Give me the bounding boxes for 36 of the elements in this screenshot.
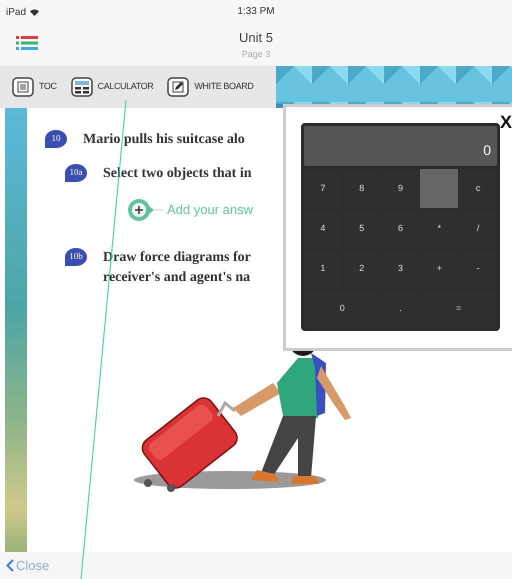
calculator-key[interactable]: . xyxy=(382,289,420,328)
calculator-key[interactable]: * xyxy=(420,209,458,248)
question-text: Mario pulls his suitcase alo xyxy=(83,131,245,149)
calculator-key[interactable]: 3 xyxy=(382,249,420,288)
calculator-key[interactable]: 6 xyxy=(382,209,420,248)
calculator-key[interactable]: + xyxy=(420,249,458,288)
calculator-key[interactable]: 0 xyxy=(304,289,381,328)
unit-title: Unit 5 xyxy=(239,30,273,45)
page-subtitle: Page 3 xyxy=(242,49,270,59)
question-number: 10a xyxy=(65,164,87,182)
toc-icon xyxy=(12,77,34,97)
wifi-icon xyxy=(30,8,40,16)
toolbar-button[interactable]: CALCULATOR xyxy=(70,77,154,97)
calculator-icon xyxy=(70,77,93,97)
calculator-key[interactable]: 9 xyxy=(382,169,420,208)
calculator-display: 0 xyxy=(304,126,497,166)
question-number: 10 xyxy=(45,130,67,148)
back-chevron-icon xyxy=(6,559,14,572)
question-number: 10b xyxy=(65,248,87,266)
device-name: iPad xyxy=(6,6,26,20)
calculator-key[interactable]: 1 xyxy=(304,249,342,288)
toolbar-button[interactable]: WHITE BOARD xyxy=(167,77,254,97)
calculator-key[interactable]: 7 xyxy=(304,169,342,208)
calculator-key[interactable]: 5 xyxy=(342,209,381,248)
calculator-key[interactable]: - xyxy=(459,249,497,288)
toolbar-button[interactable]: TOC xyxy=(12,77,57,97)
calculator-key[interactable]: 8 xyxy=(342,169,381,208)
calculator-key[interactable]: / xyxy=(459,209,497,248)
calculator-key[interactable]: c xyxy=(459,169,497,208)
status-time: 1:33 PM xyxy=(237,6,275,17)
calculator-key[interactable]: = xyxy=(420,289,497,328)
add-icon[interactable] xyxy=(127,198,163,222)
pencil-icon xyxy=(167,77,190,97)
calculator-key[interactable]: 2 xyxy=(342,249,381,288)
close-button[interactable]: X xyxy=(500,113,512,131)
calculator-key[interactable]: 4 xyxy=(304,209,342,248)
